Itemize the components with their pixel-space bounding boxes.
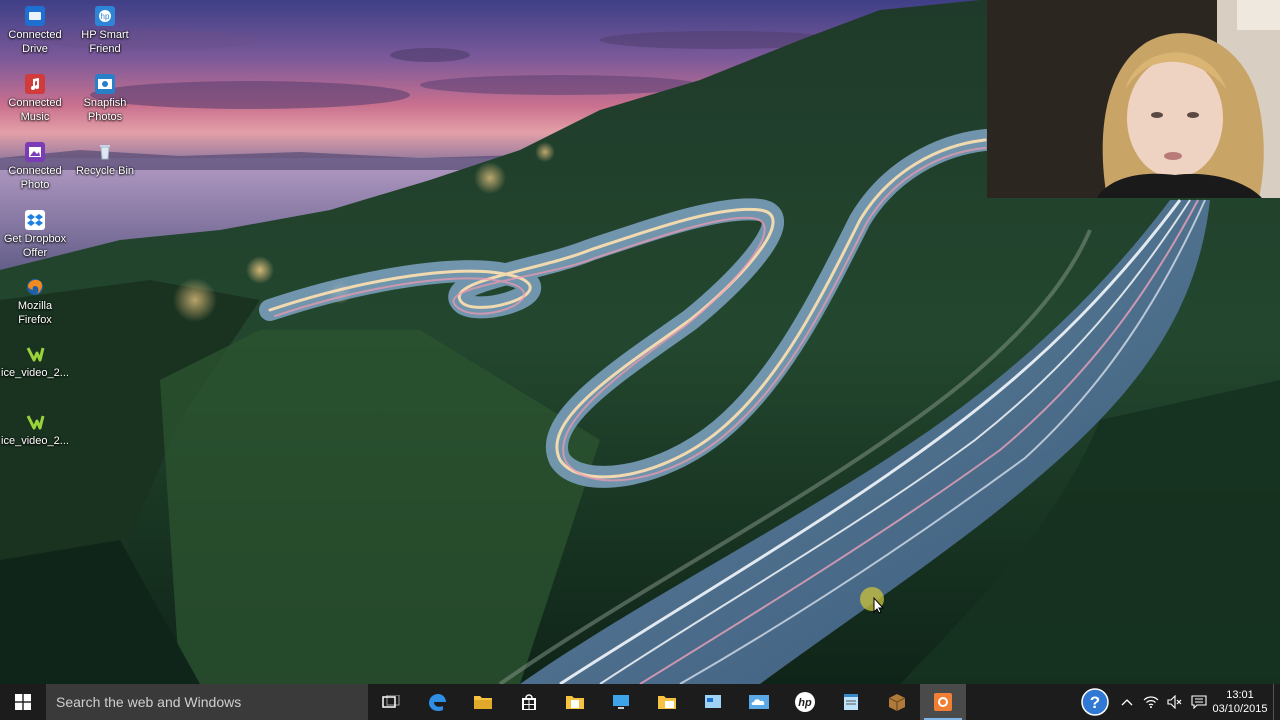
- connected-drive-icon: [25, 6, 45, 26]
- taskbar: Search the web and Windows hp ? 13:01 03…: [0, 684, 1280, 720]
- desktop-icon-label: Friend: [89, 43, 121, 55]
- task-view-button[interactable]: [368, 684, 414, 720]
- snapfish-photos-icon: [95, 74, 115, 94]
- app-window-icon: [705, 695, 721, 708]
- taskbar-remote-desktop-button[interactable]: [598, 684, 644, 720]
- chevron-up-icon: [1121, 699, 1133, 706]
- start-button[interactable]: [0, 684, 46, 720]
- webcam-overlay: [987, 0, 1280, 198]
- taskbar-recorder-button[interactable]: [920, 684, 966, 720]
- desktop-icon-connected-drive[interactable]: Connected Drive: [0, 6, 70, 56]
- firefox-icon: [25, 277, 45, 297]
- task-view-icon: [382, 695, 400, 708]
- desktop-icon-label: Drive: [22, 43, 48, 55]
- desktop-icon-hp-smart-friend[interactable]: hp HP Smart Friend: [70, 6, 140, 56]
- windows-logo-icon: [15, 694, 31, 710]
- show-desktop-button[interactable]: [1273, 684, 1280, 720]
- desktop-icon-label: Photos: [87, 111, 123, 123]
- action-center-button[interactable]: [1187, 684, 1211, 720]
- video-file-icon: [25, 412, 45, 432]
- remote-desktop-icon: [613, 695, 629, 709]
- taskbar-clock[interactable]: 13:01 03/10/2015: [1211, 688, 1269, 716]
- store-icon: [522, 694, 536, 710]
- network-button[interactable]: [1139, 684, 1163, 720]
- taskbar-file-explorer-button[interactable]: [460, 684, 506, 720]
- desktop-icon-label: Firefox: [18, 314, 52, 326]
- desktop-icon-label: Connected: [8, 29, 62, 41]
- taskbar-edge-button[interactable]: [414, 684, 460, 720]
- desktop-icon-label: Connected: [8, 97, 62, 109]
- taskbar-documents-button[interactable]: [552, 684, 598, 720]
- desktop-icon-firefox[interactable]: Mozilla Firefox: [0, 277, 70, 327]
- desktop-icon-label: ice_video_2...: [1, 435, 69, 447]
- video-file-icon: [25, 344, 45, 364]
- mouse-cursor: [859, 586, 887, 614]
- show-hidden-icons-button[interactable]: [1115, 684, 1139, 720]
- desktop-icon-label: HP Smart: [81, 29, 129, 41]
- desktop-icon-snapfish-photos[interactable]: Snapfish Photos: [70, 74, 140, 124]
- desktop-icon-connected-music[interactable]: Connected Music: [0, 74, 70, 124]
- desktop-icon-ice-video-2[interactable]: ice_video_2...: [0, 412, 70, 448]
- search-input[interactable]: Search the web and Windows: [46, 684, 368, 720]
- volume-button[interactable]: [1163, 684, 1187, 720]
- notification-icon: [1191, 695, 1207, 709]
- clock-date: 03/10/2015: [1212, 703, 1268, 715]
- onedrive-icon: [749, 695, 769, 709]
- desktop-icon-connected-photo[interactable]: Connected Photo: [0, 142, 70, 192]
- recycle-bin-icon: [95, 142, 115, 162]
- help-button[interactable]: ?: [1075, 684, 1115, 720]
- taskbar-app-button[interactable]: [690, 684, 736, 720]
- desktop-icon-ice-video-1[interactable]: ice_video_2...: [0, 344, 70, 380]
- wifi-icon: [1143, 696, 1159, 708]
- system-tray: ? 13:01 03/10/2015: [1075, 684, 1280, 720]
- desktop-icon-label: Get Dropbox: [3, 233, 67, 245]
- connected-photo-icon: [25, 142, 45, 162]
- desktop-icon-label: Mozilla: [17, 300, 53, 312]
- desktop-icon-label: Offer: [22, 247, 48, 259]
- speaker-muted-icon: [1167, 695, 1182, 709]
- taskbar-store-button[interactable]: [506, 684, 552, 720]
- screen-recorder-icon: [934, 693, 952, 711]
- edge-icon: [429, 694, 446, 712]
- clock-time: 13:01: [1226, 689, 1254, 701]
- svg-text:hp: hp: [798, 697, 812, 709]
- desktop-icon-dropbox-offer[interactable]: Get Dropbox Offer: [0, 210, 70, 260]
- documents-folder-icon: [566, 696, 584, 709]
- taskbar-package-button[interactable]: [874, 684, 920, 720]
- connected-music-icon: [25, 74, 45, 94]
- dropbox-offer-icon: [25, 210, 45, 230]
- desktop-icon-label: Music: [20, 111, 50, 123]
- desktop-icon-label: Snapfish: [83, 97, 127, 109]
- help-icon: ?: [1081, 688, 1109, 716]
- taskbar-hp-button[interactable]: hp: [782, 684, 828, 720]
- hp-smart-friend-icon: hp: [95, 6, 115, 26]
- svg-text:hp: hp: [101, 12, 110, 21]
- desktop-icon-recycle-bin[interactable]: Recycle Bin: [70, 142, 140, 178]
- desktop-icon-label: Photo: [20, 179, 50, 191]
- desktop-icon-label: Recycle Bin: [75, 165, 135, 177]
- taskbar-notepad-button[interactable]: [828, 684, 874, 720]
- package-icon: [888, 694, 906, 711]
- desktop-icon-label: Connected: [8, 165, 62, 177]
- search-placeholder: Search the web and Windows: [56, 694, 242, 710]
- folder-icon: [474, 696, 492, 709]
- svg-text:?: ?: [1090, 693, 1100, 712]
- desktop-icon-label: ice_video_2...: [1, 367, 69, 379]
- taskbar-file-manager-button[interactable]: [644, 684, 690, 720]
- taskbar-onedrive-button[interactable]: [736, 684, 782, 720]
- notepad-icon: [844, 694, 858, 710]
- file-manager-icon: [658, 696, 676, 709]
- hp-logo-icon: hp: [795, 692, 815, 712]
